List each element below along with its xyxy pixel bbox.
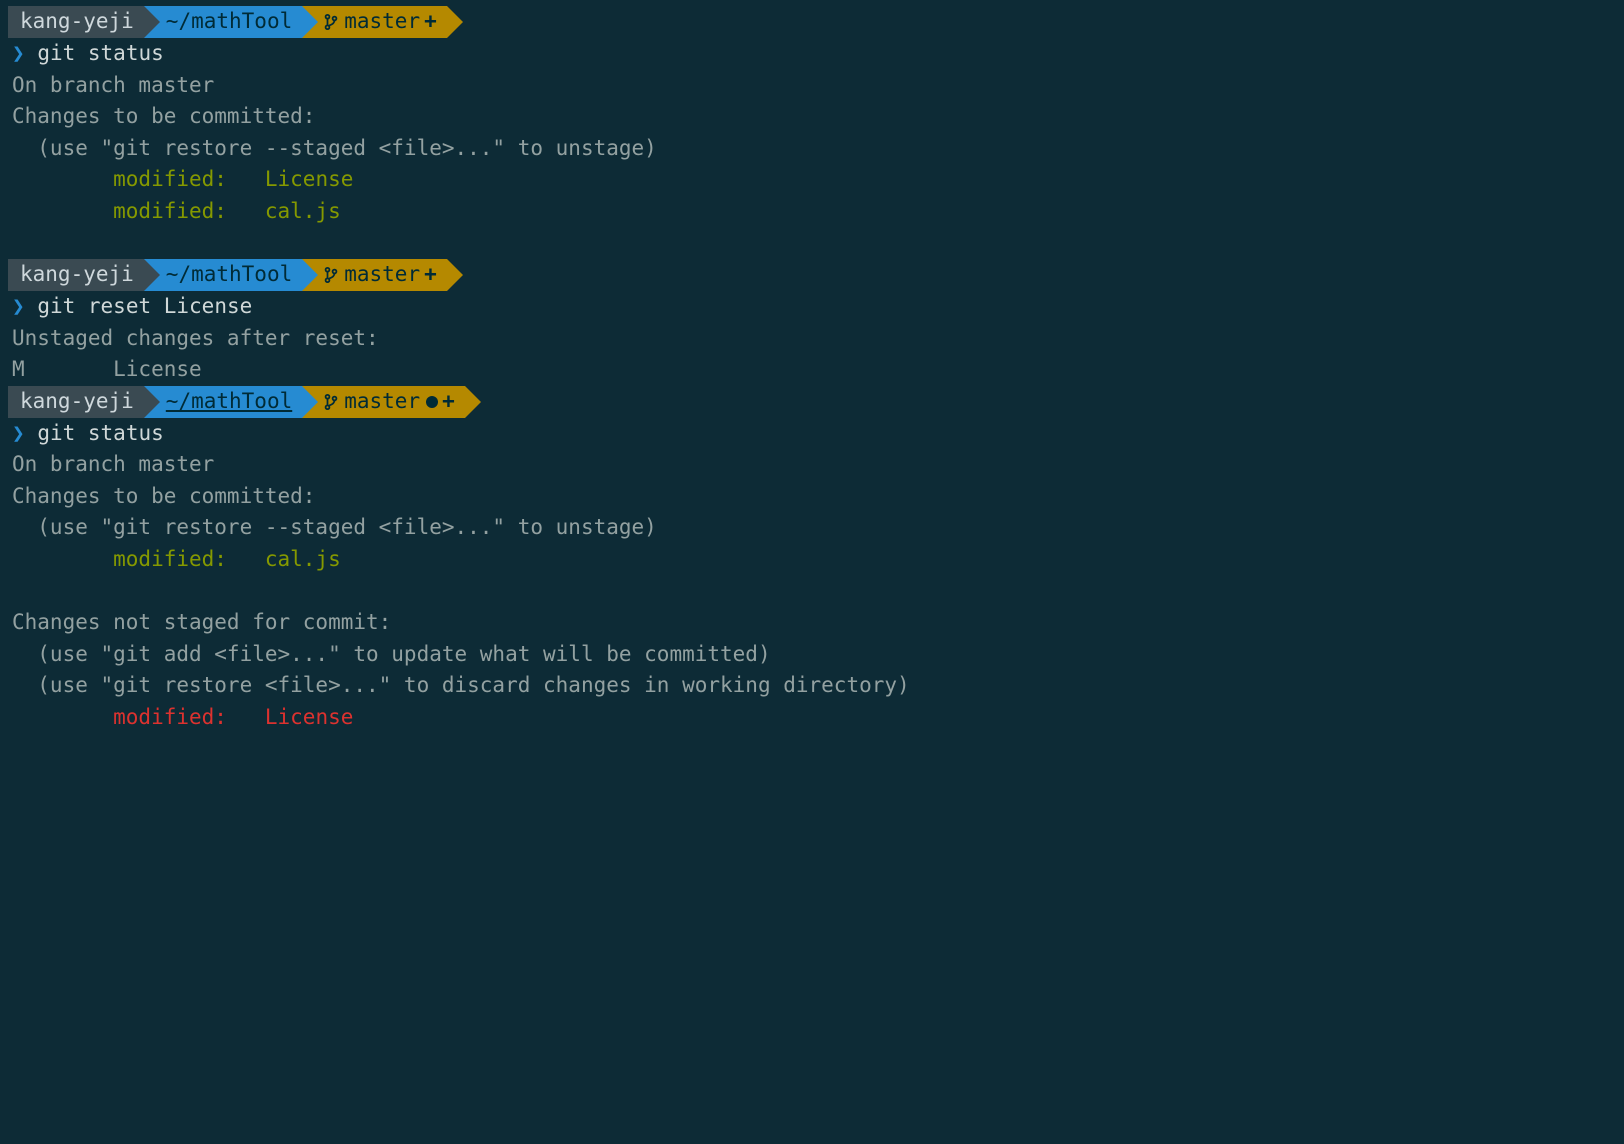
prompt-branch-segment: master +	[302, 6, 447, 38]
prompt-user-segment: kang-yeji	[8, 259, 144, 291]
prompt-branch: master	[344, 259, 420, 291]
staged-file-line: modified: License	[0, 164, 1624, 196]
unstaged-file-line: modified: License	[0, 702, 1624, 734]
prompt-path-segment: ~/mathTool	[144, 6, 302, 38]
output-line: Changes to be committed:	[0, 481, 1624, 513]
output-line: (use "git restore --staged <file>..." to…	[0, 512, 1624, 544]
prompt-user: kang-yeji	[20, 386, 134, 418]
prompt-branch-segment: master +	[302, 386, 465, 418]
output-line: On branch master	[0, 449, 1624, 481]
prompt-path: ~/mathTool	[166, 259, 292, 291]
prompt-user-segment: kang-yeji	[8, 386, 144, 418]
git-branch-icon	[324, 13, 338, 31]
chevron-icon: ❯	[12, 294, 25, 318]
command-line[interactable]: ❯ git status	[0, 418, 1624, 450]
git-branch-icon	[324, 393, 338, 411]
blank-line	[0, 575, 1624, 607]
shell-prompt: kang-yeji ~/mathTool master +	[8, 6, 1624, 38]
shell-prompt: kang-yeji ~/mathTool master +	[8, 386, 1624, 418]
prompt-path: ~/mathTool	[166, 386, 292, 418]
prompt-branch: master	[344, 6, 420, 38]
prompt-user: kang-yeji	[20, 6, 134, 38]
output-line: On branch master	[0, 70, 1624, 102]
output-line: Changes not staged for commit:	[0, 607, 1624, 639]
prompt-branch-segment: master +	[302, 259, 447, 291]
prompt-path-segment: ~/mathTool	[144, 386, 302, 418]
staged-file: cal.js	[265, 547, 341, 571]
chevron-icon: ❯	[12, 421, 25, 445]
staged-file: License	[265, 167, 354, 191]
chevron-icon: ❯	[12, 41, 25, 65]
git-status-indicator: +	[424, 6, 437, 38]
prompt-user: kang-yeji	[20, 259, 134, 291]
command-text: git reset License	[37, 294, 252, 318]
staged-file-line: modified: cal.js	[0, 544, 1624, 576]
prompt-branch: master	[344, 386, 420, 418]
output-line: (use "git restore <file>..." to discard …	[0, 670, 1624, 702]
git-status-indicator: +	[424, 259, 437, 291]
prompt-path: ~/mathTool	[166, 6, 292, 38]
command-text: git status	[37, 41, 163, 65]
command-line[interactable]: ❯ git status	[0, 38, 1624, 70]
prompt-user-segment: kang-yeji	[8, 6, 144, 38]
shell-prompt: kang-yeji ~/mathTool master +	[8, 259, 1624, 291]
prompt-path-segment: ~/mathTool	[144, 259, 302, 291]
blank-line	[0, 227, 1624, 259]
output-line: Changes to be committed:	[0, 101, 1624, 133]
git-status-indicator: +	[420, 386, 455, 418]
staged-file-line: modified: cal.js	[0, 196, 1624, 228]
command-line[interactable]: ❯ git reset License	[0, 291, 1624, 323]
staged-file: cal.js	[265, 199, 341, 223]
command-text: git status	[37, 421, 163, 445]
output-line: (use "git restore --staged <file>..." to…	[0, 133, 1624, 165]
output-line: Unstaged changes after reset:	[0, 323, 1624, 355]
git-branch-icon	[324, 266, 338, 284]
output-line: M License	[0, 354, 1624, 386]
output-line: (use "git add <file>..." to update what …	[0, 639, 1624, 671]
unstaged-file: License	[265, 705, 354, 729]
